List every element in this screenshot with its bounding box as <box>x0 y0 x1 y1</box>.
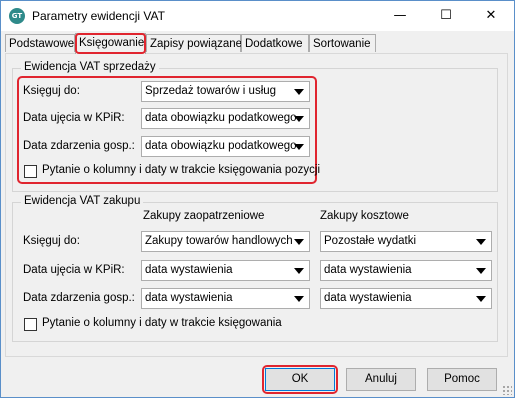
purchase-book-to-cost-select[interactable]: Pozostałe wydatki <box>320 231 492 252</box>
chevron-down-icon <box>476 239 486 245</box>
window-title: Parametry ewidencji VAT <box>32 9 165 23</box>
title-bar[interactable]: GT Parametry ewidencji VAT — ☐ ✕ <box>1 1 514 31</box>
purchase-event-date-supply-value: data wystawienia <box>145 292 233 304</box>
chevron-down-icon <box>476 268 486 274</box>
help-button[interactable]: Pomoc <box>427 368 497 391</box>
purchase-event-date-label: Data zdarzenia gosp.: <box>23 292 135 304</box>
sales-event-date-select[interactable]: data obowiązku podatkowego <box>141 136 310 157</box>
cancel-button[interactable]: Anuluj <box>346 368 416 391</box>
purchase-kpir-date-cost-select[interactable]: data wystawienia <box>320 260 492 281</box>
active-tab-highlight <box>75 33 146 54</box>
sales-book-to-value: Sprzedaż towarów i usług <box>145 85 277 97</box>
chevron-down-icon <box>294 144 304 150</box>
maximize-icon[interactable]: ☐ <box>423 1 469 31</box>
purchase-ask-checkbox-label: Pytanie o kolumny i daty w trakcie księg… <box>42 317 282 329</box>
chevron-down-icon <box>294 89 304 95</box>
resize-grip-icon[interactable] <box>502 385 512 395</box>
purchase-col-cost-header: Zakupy kosztowe <box>320 210 409 222</box>
purchase-kpir-date-cost-value: data wystawienia <box>324 264 412 276</box>
purchase-event-date-supply-select[interactable]: data wystawienia <box>141 288 310 309</box>
chevron-down-icon <box>294 296 304 302</box>
dialog-footer: OK Anuluj Pomoc <box>1 358 514 397</box>
chevron-down-icon <box>294 116 304 122</box>
app-logo-icon: GT <box>9 8 25 24</box>
sales-kpir-date-label: Data ujęcia w KPiR: <box>23 112 125 124</box>
purchase-book-to-cost-value: Pozostałe wydatki <box>324 235 417 247</box>
sales-kpir-date-value: data obowiązku podatkowego <box>145 112 297 124</box>
purchase-kpir-date-supply-value: data wystawienia <box>145 264 233 276</box>
sales-book-to-select[interactable]: Sprzedaż towarów i usług <box>141 81 310 102</box>
sales-ask-checkbox[interactable] <box>24 165 37 178</box>
tab-sortowanie[interactable]: Sortowanie <box>309 34 376 52</box>
purchase-book-to-label: Księguj do: <box>23 235 80 247</box>
tab-dodatkowe[interactable]: Dodatkowe <box>241 34 309 52</box>
dialog-window: GT Parametry ewidencji VAT — ☐ ✕ Podstaw… <box>0 0 515 398</box>
sales-group-title: Ewidencja VAT sprzedaży <box>21 61 159 73</box>
chevron-down-icon <box>294 268 304 274</box>
sales-event-date-label: Data zdarzenia gosp.: <box>23 140 135 152</box>
purchase-book-to-supply-value: Zakupy towarów handlowych <box>145 235 293 247</box>
tab-podstawowe[interactable]: Podstawowe <box>5 34 75 52</box>
ok-button-highlight <box>262 365 338 394</box>
chevron-down-icon <box>294 239 304 245</box>
sales-kpir-date-select[interactable]: data obowiązku podatkowego <box>141 108 310 129</box>
purchase-group-title: Ewidencja VAT zakupu <box>21 195 144 207</box>
tab-zapisy-powiazane[interactable]: Zapisy powiązane <box>146 34 242 52</box>
sales-ask-checkbox-label: Pytanie o kolumny i daty w trakcie księg… <box>42 164 321 176</box>
chevron-down-icon <box>476 296 486 302</box>
sales-book-to-label: Księguj do: <box>23 85 80 97</box>
purchase-event-date-cost-value: data wystawienia <box>324 292 412 304</box>
purchase-book-to-supply-select[interactable]: Zakupy towarów handlowych <box>141 231 310 252</box>
tab-panel: Ewidencja VAT sprzedaży Księguj do: Sprz… <box>5 53 508 357</box>
close-icon[interactable]: ✕ <box>468 1 514 31</box>
purchase-kpir-date-label: Data ujęcia w KPiR: <box>23 264 125 276</box>
purchase-event-date-cost-select[interactable]: data wystawienia <box>320 288 492 309</box>
sales-event-date-value: data obowiązku podatkowego <box>145 140 297 152</box>
purchase-col-supply-header: Zakupy zaopatrzeniowe <box>143 210 265 222</box>
purchase-ask-checkbox[interactable] <box>24 318 37 331</box>
minimize-icon[interactable]: — <box>377 1 423 31</box>
purchase-kpir-date-supply-select[interactable]: data wystawienia <box>141 260 310 281</box>
